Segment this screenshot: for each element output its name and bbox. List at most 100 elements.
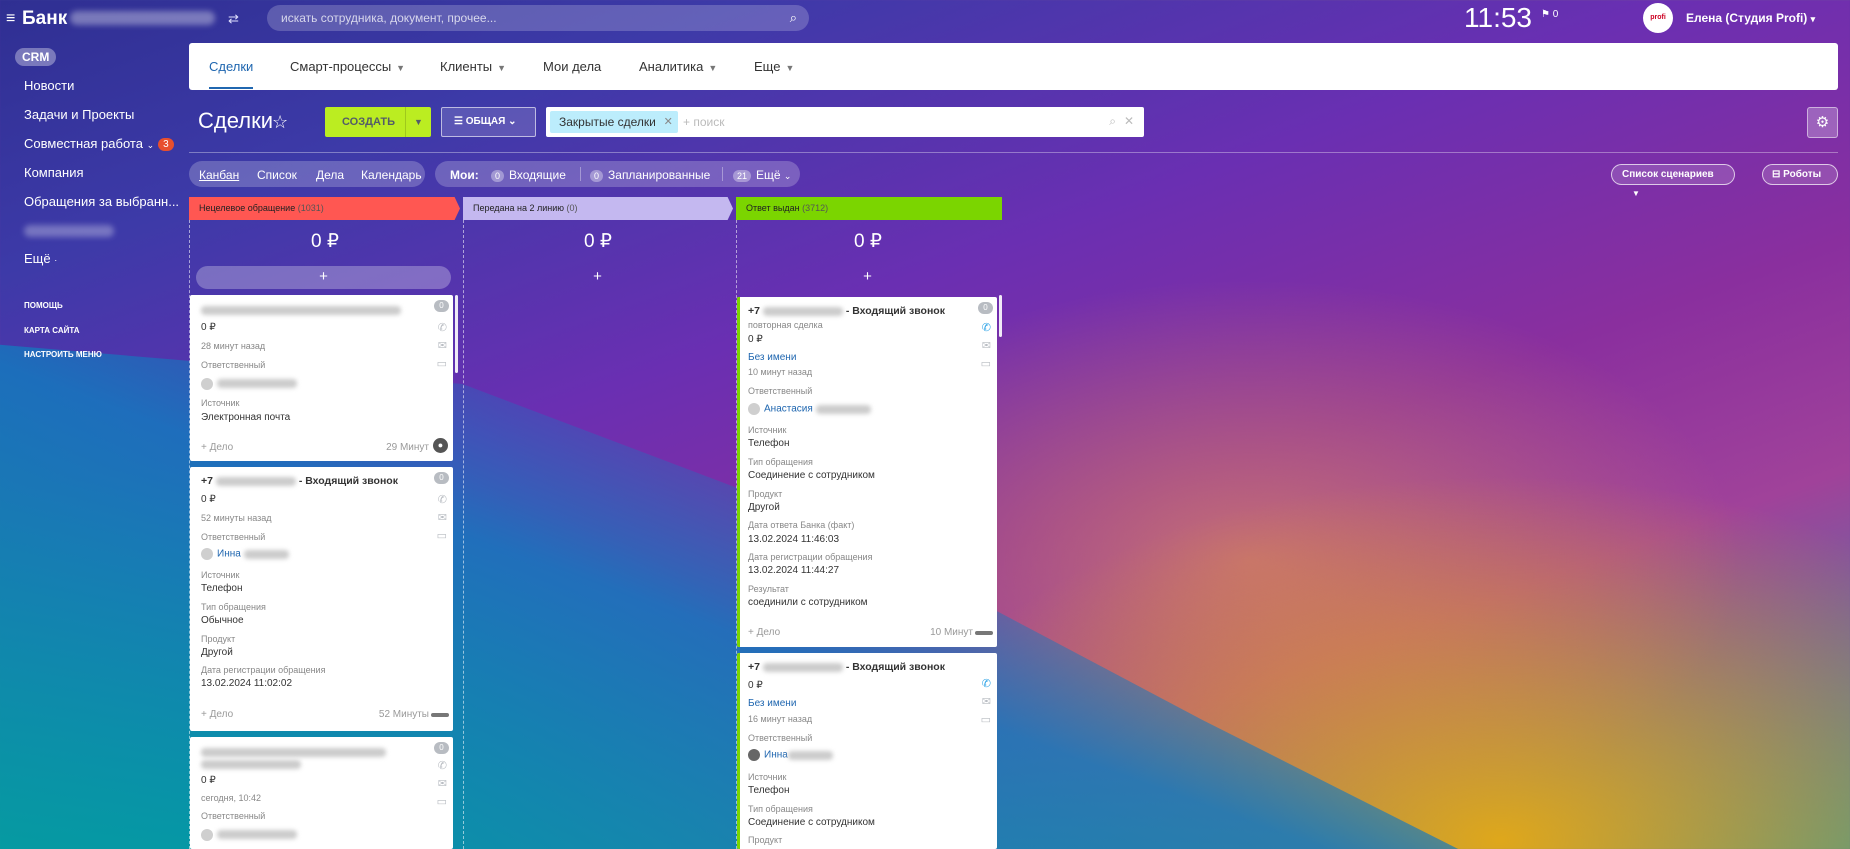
star-icon[interactable]: ☆ [272, 112, 288, 133]
create-button[interactable]: СОЗДАТЬ ▼ [325, 107, 431, 137]
view-kanban[interactable]: Канбан [199, 168, 239, 182]
global-search-input[interactable] [267, 5, 747, 31]
menu-sitemap[interactable]: КАРТА САЙТА [24, 326, 80, 335]
chat-icon[interactable]: ▭ [437, 795, 447, 808]
card-client[interactable]: Без имени [748, 352, 796, 363]
phone-icon[interactable]: ✆ [982, 321, 991, 334]
tab-smart-processes[interactable]: Смарт-процессы ▼ [290, 59, 405, 74]
filter-search[interactable]: Закрытые сделки ✕ ⌕ ✕ [546, 107, 1144, 137]
scenarios-button[interactable]: Список сценариев ▼ [1611, 164, 1735, 198]
column-scrollbar[interactable] [455, 295, 458, 373]
settings-button[interactable]: ⚙ [1807, 107, 1838, 138]
view-list[interactable]: Список [257, 168, 297, 182]
card-type-label: Тип обращения [201, 602, 266, 612]
filter-search-input[interactable] [683, 112, 1083, 132]
card-type-label: Тип обращения [748, 804, 813, 814]
mail-icon[interactable]: ✉ [438, 777, 447, 790]
column-add-button[interactable]: + [470, 266, 725, 289]
add-activity-button[interactable]: + Дело [748, 627, 780, 638]
card-resp[interactable]: Инна [201, 548, 289, 560]
chat-icon[interactable]: ▭ [437, 357, 447, 370]
menu-item-crm[interactable]: CRM [15, 48, 57, 66]
menu-item-collab[interactable]: Совместная работа ⌄ 3 [24, 136, 174, 151]
tab-analytics[interactable]: Аналитика ▼ [639, 59, 717, 74]
deal-card[interactable]: 0 ✆ ✉ ▭ 0 ₽ сегодня, 10:42 Ответственный [190, 737, 453, 849]
column-scrollbar[interactable] [999, 295, 1002, 337]
card-prod: Другой [201, 647, 233, 658]
card-resp[interactable]: Инна [748, 749, 833, 761]
tab-more[interactable]: Еще ▼ [754, 59, 794, 74]
card-title-blurred[interactable] [201, 303, 401, 317]
menu-item-more[interactable]: Ещё · [24, 251, 57, 266]
user-icon[interactable]: ● [433, 438, 448, 453]
tab-my-activities[interactable]: Мои дела [543, 59, 601, 74]
view-activities[interactable]: Дела [316, 168, 344, 182]
deal-card[interactable]: +7 - Входящий звонок 0 ✆ ✉ ▭ повторная с… [737, 297, 997, 647]
flag-counter[interactable]: ⚑ 0 [1541, 9, 1558, 20]
deal-card[interactable]: 0 ✆ ✉ ▭ 0 ₽ 28 минут назад Ответственный… [190, 295, 453, 461]
chat-icon[interactable]: ▭ [981, 357, 991, 370]
column-add-button[interactable]: + [196, 266, 451, 289]
card-src: Телефон [748, 785, 790, 796]
menu-item-tasks[interactable]: Задачи и Проекты [24, 107, 134, 122]
search-icon[interactable]: ⌕ [1109, 114, 1116, 129]
scenarios-label: Список сценариев [1622, 169, 1714, 180]
menu-icon[interactable]: ≡ [6, 10, 15, 28]
phone-icon[interactable]: ✆ [438, 321, 447, 334]
chat-icon[interactable]: ▭ [981, 713, 991, 726]
card-title[interactable]: +7 - Входящий звонок [201, 475, 398, 487]
menu-configure[interactable]: НАСТРОИТЬ МЕНЮ [24, 350, 102, 359]
card-resp[interactable] [201, 376, 297, 390]
close-icon[interactable]: ✕ [664, 111, 673, 133]
user-name[interactable]: Елена (Студия Profi) ▾ [1686, 11, 1815, 25]
card-client[interactable]: Без имени [748, 698, 796, 709]
logo[interactable]: Банк [22, 8, 67, 30]
menu-item-blurred[interactable] [24, 225, 114, 237]
column-header-second-line[interactable]: Передана на 2 линию (0) [463, 197, 733, 220]
mail-icon[interactable]: ✉ [982, 695, 991, 708]
gear-icon: ⚙ [1815, 114, 1830, 131]
tab-deals[interactable]: Сделки [209, 59, 254, 89]
counter-more[interactable]: 21 Ещё ⌄ [733, 168, 791, 182]
menu-item-company[interactable]: Компания [24, 165, 84, 180]
robots-button[interactable]: ⊟ Роботы [1762, 164, 1838, 185]
counter-incoming[interactable]: 0 Входящие [491, 168, 566, 182]
column-add-button[interactable]: + [740, 266, 995, 289]
card-title[interactable]: +7 - Входящий звонок [748, 305, 945, 317]
tab-clients[interactable]: Клиенты ▼ [440, 59, 506, 74]
card-resp[interactable]: Анастасия [748, 403, 871, 415]
column-header-nontarget[interactable]: Нецелевое обращение (1031) [189, 197, 460, 220]
search-icon[interactable]: ⌕ [790, 10, 797, 26]
deal-card[interactable]: +7 - Входящий звонок ✆ ✉ ▭ 0 ₽ Без имени… [737, 653, 997, 849]
card-res-label: Результат [748, 584, 789, 594]
card-counter: 0 [434, 472, 449, 484]
phone-icon[interactable]: ✆ [438, 759, 447, 772]
card-resp[interactable] [201, 827, 297, 841]
mail-icon[interactable]: ✉ [982, 339, 991, 352]
chevron-down-icon[interactable]: ▼ [405, 107, 431, 137]
filter-preset-button[interactable]: ☰ ОБЩАЯ ⌄ [441, 107, 536, 137]
menu-item-requests[interactable]: Обращения за выбранн... [24, 194, 179, 209]
deal-card[interactable]: +7 - Входящий звонок 0 ✆ ✉ ▭ 0 ₽ 52 мину… [190, 467, 453, 731]
chevron-down-icon: · [54, 255, 58, 265]
column-header-answered[interactable]: Ответ выдан (3712) [736, 197, 1002, 220]
view-calendar[interactable]: Календарь [361, 168, 422, 182]
add-activity-button[interactable]: + Дело [201, 709, 233, 720]
clock[interactable]: 11:53 [1464, 2, 1532, 34]
mail-icon[interactable]: ✉ [438, 511, 447, 524]
menu-item-news[interactable]: Новости [24, 78, 74, 93]
user-avatar[interactable]: profi [1643, 3, 1673, 33]
swap-icon[interactable]: ⇄ [228, 11, 239, 27]
add-activity-button[interactable]: + Дело [201, 442, 233, 453]
card-title[interactable]: +7 - Входящий звонок [748, 661, 945, 673]
counter-planned[interactable]: 0 Запланированные [590, 168, 710, 182]
clear-icon[interactable]: ✕ [1124, 114, 1134, 128]
menu-help[interactable]: ПОМОЩЬ [24, 301, 63, 310]
phone-icon[interactable]: ✆ [982, 677, 991, 690]
global-search[interactable]: ⌕ [267, 5, 809, 31]
card-reg-label: Дата регистрации обращения [201, 665, 326, 675]
chat-icon[interactable]: ▭ [437, 529, 447, 542]
mail-icon[interactable]: ✉ [438, 339, 447, 352]
phone-icon[interactable]: ✆ [438, 493, 447, 506]
filter-tag[interactable]: Закрытые сделки ✕ [550, 111, 678, 133]
